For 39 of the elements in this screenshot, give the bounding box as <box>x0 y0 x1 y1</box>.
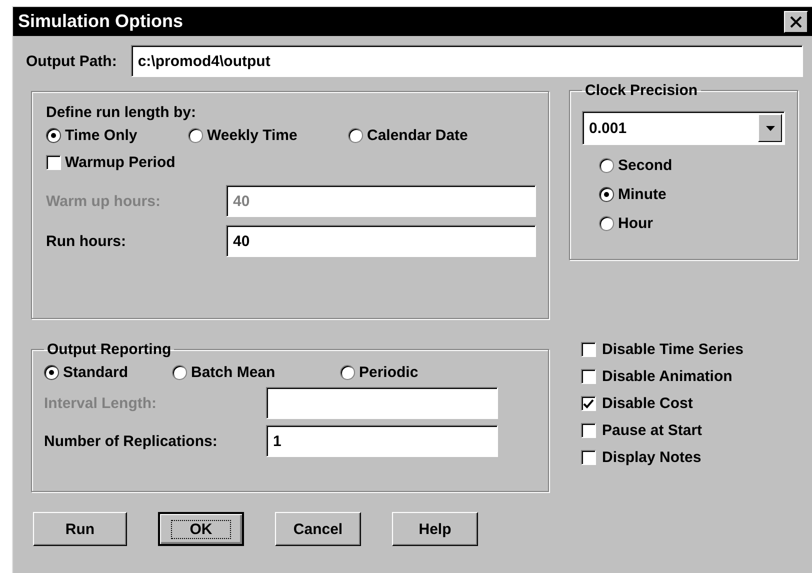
radio-dot-icon <box>51 133 56 138</box>
dialog-button[interactable]: Run <box>33 512 127 546</box>
checkbox[interactable]: Warmup Period <box>46 154 534 171</box>
checkbox[interactable]: Display Notes <box>581 449 798 466</box>
close-icon <box>790 16 802 28</box>
field-label: Run hours: <box>46 232 127 250</box>
field-label: Warm up hours: <box>46 192 162 210</box>
radio-dot-icon <box>604 192 609 197</box>
input-field[interactable] <box>266 387 498 419</box>
section-heading: Define run length by: <box>46 104 197 121</box>
input-field[interactable]: 40 <box>226 225 536 257</box>
radio-option[interactable]: Batch Mean <box>172 364 340 381</box>
group-title: Output Reporting <box>46 341 172 358</box>
field-label: Output Path: <box>26 52 117 70</box>
radio-dot-icon <box>49 370 54 375</box>
radio-option[interactable]: Second <box>599 157 785 174</box>
dropdown[interactable]: 0.001 <box>582 111 785 145</box>
dialog-button[interactable]: OK <box>158 512 244 546</box>
checkbox[interactable]: Pause at Start <box>581 422 798 439</box>
close-button[interactable] <box>784 10 808 32</box>
dialog-button[interactable]: Cancel <box>275 512 361 546</box>
field-label: Number of Replications: <box>44 432 218 450</box>
radio-option[interactable]: Weekly Time <box>188 127 348 144</box>
radio-option[interactable]: Standard <box>44 364 172 381</box>
radio-option[interactable]: Periodic <box>340 364 418 381</box>
field-label: Interval Length: <box>44 394 158 412</box>
radio-option[interactable]: Minute <box>599 186 785 203</box>
window-title: Simulation Options <box>18 11 183 32</box>
dialog-button[interactable]: Help <box>392 512 478 546</box>
checkbox[interactable]: Disable Cost <box>581 395 798 412</box>
caret-icon <box>766 126 774 130</box>
group-title: Clock Precision <box>584 82 699 99</box>
checkbox[interactable]: Disable Time Series <box>581 341 798 358</box>
radio-option[interactable]: Time Only <box>46 127 188 144</box>
checkbox[interactable]: Disable Animation <box>581 368 798 385</box>
input-field[interactable]: 1 <box>266 425 498 457</box>
radio-option[interactable]: Calendar Date <box>348 127 468 144</box>
input-field[interactable]: c:\promod4\output <box>130 45 803 77</box>
radio-option[interactable]: Hour <box>599 215 785 232</box>
